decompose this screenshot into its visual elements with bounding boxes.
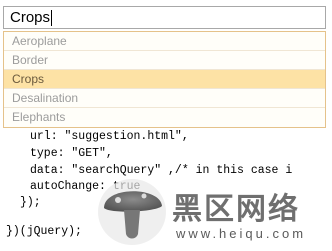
dropdown-item-desalination[interactable]: Desalination — [4, 89, 325, 108]
code-line: url: "suggestion.html", — [30, 130, 189, 143]
search-input[interactable]: Crops — [3, 6, 326, 29]
dropdown-item-elephants[interactable]: Elephants — [4, 108, 325, 127]
code-line: type: "GET", — [30, 147, 113, 160]
dropdown-item-aeroplane[interactable]: Aeroplane — [4, 32, 325, 51]
autocomplete-dropdown: Aeroplane Border Crops Desalination Elep… — [3, 31, 326, 128]
text-caret — [51, 9, 53, 26]
dropdown-item-crops[interactable]: Crops — [4, 70, 325, 89]
mushroom-logo-icon — [98, 179, 166, 245]
code-line: })(jQuery); — [6, 225, 82, 238]
dropdown-item-border[interactable]: Border — [4, 51, 325, 70]
code-line: }); — [20, 196, 41, 209]
watermark-url: www.heiqu.com — [176, 226, 307, 241]
watermark: 黑区网络 www.heiqu.com — [96, 176, 332, 251]
search-input-value: Crops — [10, 9, 51, 26]
watermark-title: 黑区网络 — [172, 192, 300, 227]
